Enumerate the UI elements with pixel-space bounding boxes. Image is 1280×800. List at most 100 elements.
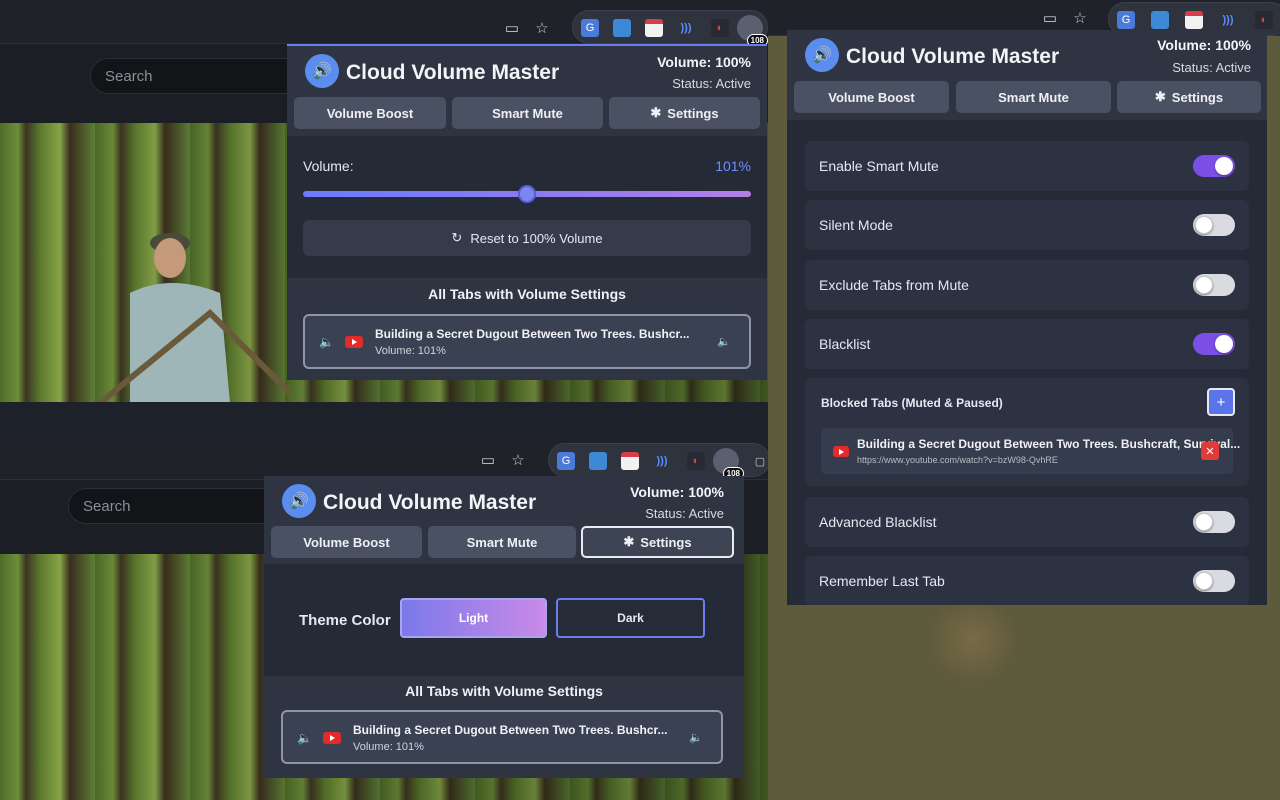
translate-extension-icon[interactable]: G (1117, 11, 1135, 29)
tab-smart-mute-label: Smart Mute (998, 89, 1069, 105)
volume-label: Volume: (303, 158, 354, 174)
tab-volume-boost[interactable]: Volume Boost (794, 81, 949, 113)
reset-icon: ↻ (451, 230, 463, 245)
browser-toolbar-top-left: ▭ ☆ G ))) ◐ 108 (0, 0, 768, 47)
audio-extension-icon[interactable]: ))) (677, 19, 695, 37)
page-strip-mid (0, 402, 768, 442)
dark-extension-icon[interactable]: ◐ (687, 452, 705, 470)
youtube-icon (323, 732, 341, 744)
gear-icon: ✱ (650, 105, 662, 120)
setting-silent-mode: Silent Mode (805, 200, 1249, 250)
popup-title: Cloud Volume Master (346, 61, 560, 84)
silent-mode-toggle[interactable] (1193, 214, 1235, 236)
dark-extension-icon[interactable]: ◐ (711, 19, 729, 37)
theme-dark-button[interactable]: Dark (556, 598, 705, 638)
enable-smart-mute-toggle[interactable] (1193, 155, 1235, 177)
volume-value: 101% (715, 158, 751, 174)
speaker-on-icon: 🔈 (319, 335, 334, 349)
tab-smart-mute[interactable]: Smart Mute (428, 526, 576, 558)
remove-blocked-tab-button[interactable]: ✕ (1201, 442, 1219, 460)
install-app-icon[interactable]: ▭ (502, 18, 522, 38)
setting-enable-smart-mute: Enable Smart Mute (805, 141, 1249, 191)
bookmark-star-icon[interactable]: ☆ (1070, 8, 1090, 28)
volume-section: Volume: 101% ↻ Reset to 100% Volume (287, 136, 767, 278)
plus-icon: + (1216, 393, 1226, 411)
advanced-blacklist-toggle[interactable] (1193, 511, 1235, 533)
calendar-extension-icon[interactable] (621, 452, 639, 470)
add-blocked-tab-button[interactable]: + (1207, 388, 1235, 416)
calendar-extension-icon[interactable] (1185, 11, 1203, 29)
volume-slider-thumb[interactable] (518, 185, 536, 203)
setting-label: Enable Smart Mute (819, 158, 939, 174)
speaker-logo-icon: 🔊 (805, 38, 839, 72)
toggle-knob (1195, 513, 1213, 531)
setting-label: Advanced Blacklist (819, 514, 937, 530)
cloud-volume-extension-icon[interactable]: 108 (713, 448, 744, 480)
tab-card[interactable]: 🔈 Building a Secret Dugout Between Two T… (281, 710, 723, 764)
gear-icon: ✱ (1154, 89, 1166, 104)
tab-title: Building a Secret Dugout Between Two Tre… (353, 723, 668, 737)
dark-extension-icon[interactable]: ◐ (1255, 11, 1273, 29)
search-input[interactable]: Search (90, 58, 310, 94)
active-status: Status: Active (645, 506, 724, 521)
install-app-icon[interactable]: ▭ (1040, 8, 1060, 28)
cloud-volume-extension-icon[interactable]: 108 (737, 15, 768, 47)
speaker-icon[interactable]: 🔈 (689, 731, 703, 744)
toggle-knob (1215, 335, 1233, 353)
tabs-list-heading: All Tabs with Volume Settings (428, 286, 626, 302)
close-icon: ✕ (1205, 445, 1215, 458)
speaker-icon[interactable]: 🔈 (717, 335, 731, 348)
reset-volume-label: Reset to 100% Volume (470, 230, 603, 246)
tab-settings-label: Settings (1171, 89, 1224, 105)
tab-settings-label: Settings (667, 105, 719, 121)
calendar-extension-icon[interactable] (645, 19, 663, 37)
blocked-tab-title: Building a Secret Dugout Between Two Tre… (857, 437, 1241, 451)
remember-last-tab-toggle[interactable] (1193, 570, 1235, 592)
reset-volume-button[interactable]: ↻ Reset to 100% Volume (303, 220, 751, 256)
translate-extension-icon[interactable]: G (557, 452, 575, 470)
blocked-tab-url: https://www.youtube.com/watch?v=bzW98-Qv… (857, 455, 1058, 465)
setting-label: Blacklist (819, 336, 871, 352)
volume-status: Volume: 100% (1157, 37, 1251, 53)
tab-smart-mute[interactable]: Smart Mute (452, 97, 603, 129)
tab-title: Building a Secret Dugout Between Two Tre… (375, 327, 690, 341)
gear-icon: ✱ (623, 534, 635, 549)
exclude-tabs-toggle[interactable] (1193, 274, 1235, 296)
layout-extension-icon[interactable] (1151, 11, 1169, 29)
extensions-bar: G ))) ◐ 108 (572, 10, 768, 47)
popup-title: Cloud Volume Master (323, 491, 537, 514)
theme-light-button[interactable]: Light (400, 598, 547, 638)
active-status: Status: Active (1172, 60, 1251, 75)
speaker-logo-icon: 🔊 (282, 484, 316, 518)
audio-extension-icon[interactable]: ))) (653, 452, 671, 470)
tab-volume-boost[interactable]: Volume Boost (271, 526, 422, 558)
popup-title: Cloud Volume Master (846, 45, 1060, 68)
audio-extension-icon[interactable]: ))) (1219, 11, 1237, 29)
tab-smart-mute[interactable]: Smart Mute (956, 81, 1111, 113)
blocked-tab-item: Building a Secret Dugout Between Two Tre… (821, 428, 1240, 474)
blacklist-toggle[interactable] (1193, 333, 1235, 355)
browser-toolbar-bottom-left: ▭ ☆ G ))) ◐ 108 ▢ (0, 440, 770, 480)
tab-smart-mute-label: Smart Mute (466, 534, 538, 550)
tab-volume-boost-label: Volume Boost (303, 534, 390, 550)
bookmark-star-icon[interactable]: ☆ (532, 18, 552, 38)
setting-label: Silent Mode (819, 217, 893, 233)
tab-settings[interactable]: ✱ Settings (609, 97, 760, 129)
toggle-knob (1195, 572, 1213, 590)
setting-label: Exclude Tabs from Mute (819, 277, 969, 293)
toggle-knob (1195, 216, 1213, 234)
layout-extension-icon[interactable] (613, 19, 631, 37)
setting-label: Remember Last Tab (819, 573, 945, 589)
tab-volume-boost[interactable]: Volume Boost (294, 97, 446, 129)
tab-smart-mute-label: Smart Mute (492, 105, 563, 121)
tab-settings[interactable]: ✱ Settings (1117, 81, 1261, 113)
tab-settings[interactable]: ✱ Settings (581, 526, 734, 558)
bookmark-star-icon[interactable]: ☆ (508, 450, 528, 470)
install-app-icon[interactable]: ▭ (478, 450, 498, 470)
puzzle-extension-icon[interactable]: ▢ (751, 452, 769, 470)
layout-extension-icon[interactable] (589, 452, 607, 470)
tab-card[interactable]: 🔈 Building a Secret Dugout Between Two T… (303, 314, 751, 369)
translate-extension-icon[interactable]: G (581, 19, 599, 37)
search-input[interactable]: Search (68, 488, 288, 524)
volume-status: Volume: 100% (630, 484, 724, 500)
